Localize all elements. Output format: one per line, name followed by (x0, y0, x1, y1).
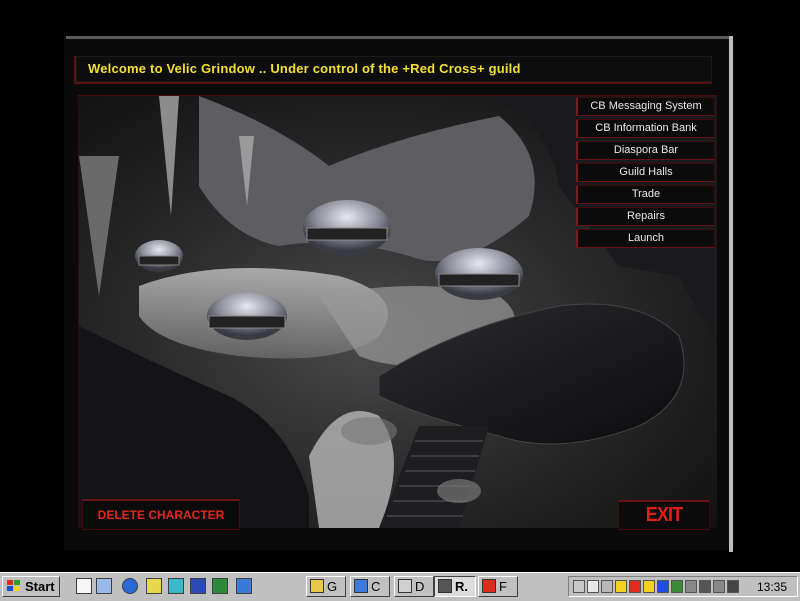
tray-icon[interactable] (573, 580, 585, 593)
nav-guild-halls[interactable]: Guild Halls (576, 163, 715, 182)
nav-cb-messaging-system[interactable]: CB Messaging System (576, 97, 715, 116)
nav-diaspora-bar[interactable]: Diaspora Bar (576, 141, 715, 160)
title-bar: Welcome to Velic Grindow .. Under contro… (74, 56, 712, 84)
app-icon[interactable] (168, 578, 184, 594)
app-icon[interactable] (146, 578, 162, 594)
internet-explorer-icon[interactable] (122, 578, 138, 594)
taskbar-task-r[interactable]: R. (434, 576, 476, 597)
app-icon (398, 579, 412, 593)
excel-icon[interactable] (212, 578, 228, 594)
tray-icon[interactable] (727, 580, 739, 593)
find-icon[interactable] (96, 578, 112, 594)
windows-logo-icon (7, 580, 20, 591)
system-tray: 13:35 (568, 576, 798, 597)
welcome-title: Welcome to Velic Grindow .. Under contro… (88, 61, 521, 76)
station-menu: CB Messaging System CB Information Bank … (576, 97, 716, 251)
tray-icon[interactable] (587, 580, 599, 593)
delete-character-button[interactable]: DELETE CHARACTER (82, 499, 240, 530)
exit-button[interactable]: EXIT (618, 500, 710, 530)
tray-icon[interactable] (643, 580, 655, 593)
nav-trade[interactable]: Trade (576, 185, 715, 204)
tray-icon[interactable] (629, 580, 641, 593)
taskbar-task-d[interactable]: D (394, 576, 434, 597)
start-label: Start (25, 579, 55, 594)
nav-repairs[interactable]: Repairs (576, 207, 715, 226)
nav-cb-information-bank[interactable]: CB Information Bank (576, 119, 715, 138)
window-frame-right (729, 36, 733, 552)
app-icon (482, 579, 496, 593)
folder-icon (310, 579, 324, 593)
tray-icon[interactable] (601, 580, 613, 593)
task-label: C (371, 579, 381, 594)
start-button[interactable]: Start (2, 576, 60, 597)
notepad-icon[interactable] (76, 578, 92, 594)
task-label: R. (455, 579, 468, 594)
clock[interactable]: 13:35 (757, 580, 787, 594)
window-frame-top (66, 36, 732, 39)
tray-icon[interactable] (657, 580, 669, 593)
taskbar: Start G C D R. F 13:35 (0, 572, 800, 601)
nav-launch[interactable]: Launch (576, 229, 715, 248)
volume-icon[interactable] (615, 580, 627, 593)
network-icon (354, 579, 368, 593)
task-label: D (415, 579, 425, 594)
tray-icon[interactable] (671, 580, 683, 593)
word-icon[interactable] (190, 578, 206, 594)
tray-icon[interactable] (713, 580, 725, 593)
task-label: G (327, 579, 338, 594)
taskbar-task-c[interactable]: C (350, 576, 390, 597)
tray-icon[interactable] (685, 580, 697, 593)
app-icon (438, 579, 452, 593)
taskbar-task-g[interactable]: G (306, 576, 346, 597)
network-icon[interactable] (236, 578, 252, 594)
task-label: F (499, 579, 507, 594)
taskbar-task-f[interactable]: F (478, 576, 518, 597)
tray-icon[interactable] (699, 580, 711, 593)
